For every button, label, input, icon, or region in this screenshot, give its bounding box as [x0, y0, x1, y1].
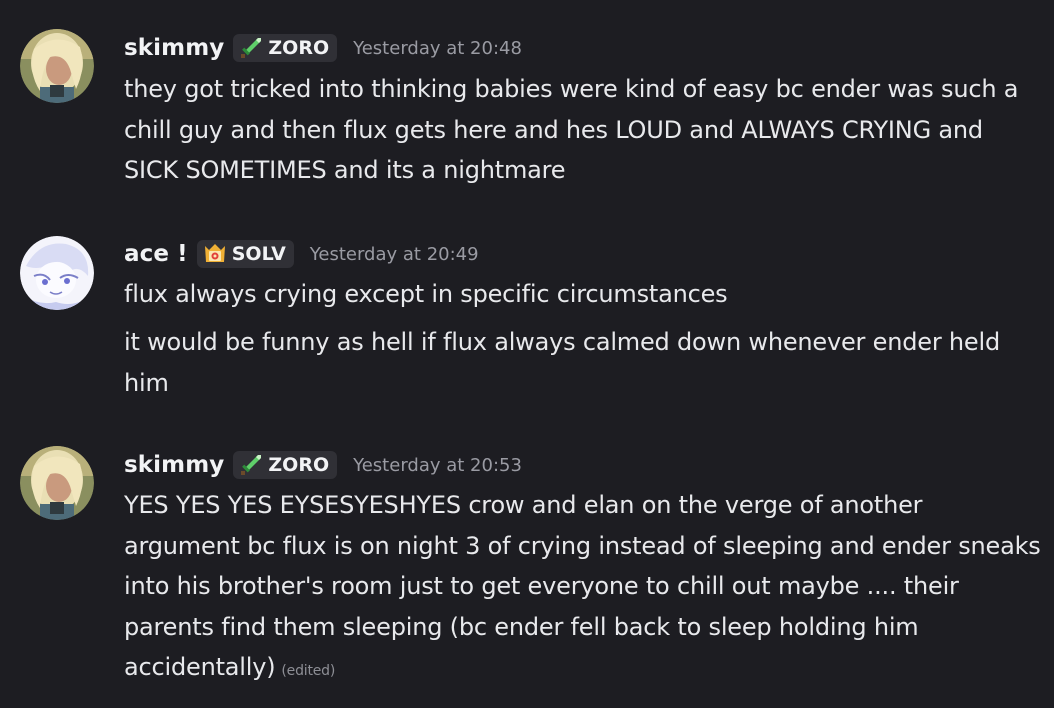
clan-tag-label: SOLV	[231, 243, 286, 265]
crown-shield-icon	[202, 241, 228, 267]
message-body: YES YES YES EYSESYESHYES crow and elan o…	[124, 491, 1041, 681]
green-sword-icon	[238, 452, 264, 478]
clan-tag[interactable]: SOLV	[196, 240, 294, 268]
timestamp[interactable]: Yesterday at 20:53	[353, 455, 522, 476]
chat-messages: skimmy ZORO Yesterday at 20:48 they got …	[0, 0, 1054, 708]
green-sword-icon	[238, 35, 264, 61]
timestamp[interactable]: Yesterday at 20:48	[353, 38, 522, 59]
username[interactable]: skimmy	[124, 452, 224, 478]
message-text: it would be funny as hell if flux always…	[124, 328, 1001, 397]
message-text: flux always crying except in specific ci…	[124, 280, 728, 308]
username[interactable]: ace !	[124, 241, 188, 267]
username[interactable]: skimmy	[124, 35, 224, 61]
message-header: skimmy ZORO Yesterday at 20:48	[124, 31, 522, 65]
timestamp[interactable]: Yesterday at 20:49	[310, 244, 479, 265]
clan-tag[interactable]: ZORO	[233, 451, 338, 479]
message-header: skimmy ZORO Yesterday at 20:53	[124, 448, 522, 482]
clan-tag[interactable]: ZORO	[233, 34, 338, 62]
avatar[interactable]	[20, 29, 94, 103]
message-text: YES YES YES EYSESYESHYES crow and elan o…	[124, 485, 1044, 692]
avatar[interactable]	[20, 446, 94, 520]
clan-tag-label: ZORO	[268, 454, 330, 476]
avatar[interactable]	[20, 236, 94, 310]
message-header: ace ! SOLV Yesterday at 20:49	[124, 237, 479, 271]
edited-marker: (edited)	[281, 663, 336, 679]
clan-tag-label: ZORO	[268, 37, 330, 59]
message-text: they got tricked into thinking babies we…	[124, 75, 1019, 184]
